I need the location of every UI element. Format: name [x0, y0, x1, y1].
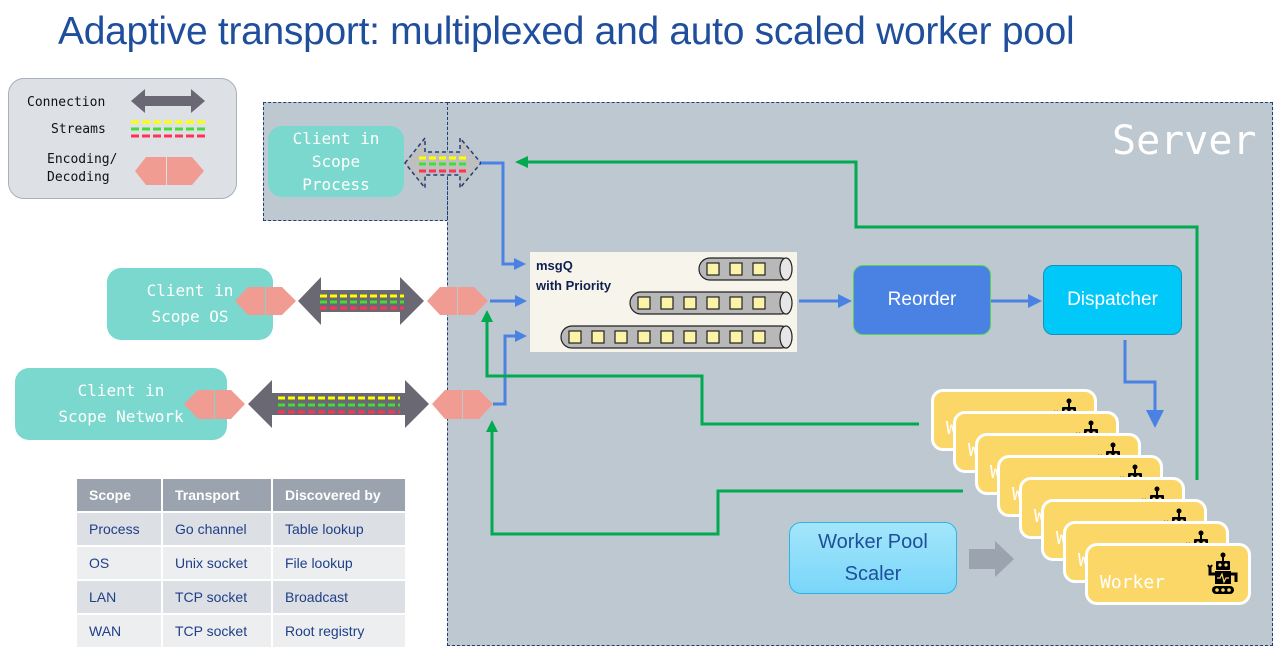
table-row: WAN TCP socket Root registry: [77, 615, 405, 647]
table-header-row: Scope Transport Discovered by: [77, 479, 405, 511]
queued-message: [568, 330, 582, 344]
table-row: Process Go channel Table lookup: [77, 513, 405, 545]
priority-queue: [629, 291, 793, 315]
process-channel: [404, 135, 482, 191]
queued-message: [637, 330, 651, 344]
queued-message: [683, 296, 697, 310]
cell: WAN: [77, 615, 161, 647]
cell: TCP socket: [163, 615, 271, 647]
queued-message: [683, 330, 697, 344]
cell: Process: [77, 513, 161, 545]
reorder-box[interactable]: Reorder: [853, 265, 991, 335]
worker-label: Worker: [1100, 572, 1166, 593]
priority-queues: [560, 257, 793, 349]
queued-message: [752, 330, 766, 344]
robot-icon: [1206, 552, 1240, 601]
queued-message: [614, 330, 628, 344]
queued-message: [591, 330, 605, 344]
table-row: OS Unix socket File lookup: [77, 547, 405, 579]
worker-card[interactable]: Worker: [1085, 543, 1251, 605]
cell: TCP socket: [163, 581, 271, 613]
queued-message: [706, 330, 720, 344]
cell: Root registry: [273, 615, 405, 647]
queued-message: [637, 296, 651, 310]
cell: Unix socket: [163, 547, 271, 579]
dispatcher-box[interactable]: Dispatcher: [1043, 265, 1182, 335]
cell: LAN: [77, 581, 161, 613]
queue-end-cap: [779, 257, 793, 281]
queue-end-cap: [779, 325, 793, 349]
msg-queue: msgQ with Priority: [530, 252, 797, 352]
cell: File lookup: [273, 547, 405, 579]
header-discovered-by: Discovered by: [273, 479, 405, 511]
cell: OS: [77, 547, 161, 579]
scaler-line2: Scaler: [844, 563, 902, 585]
priority-queue: [560, 325, 793, 349]
worker-pool-scaler[interactable]: Worker Pool Scaler: [789, 522, 957, 594]
queue-end-cap: [779, 291, 793, 315]
queued-message: [660, 330, 674, 344]
scaler-arrow-icon: [969, 541, 1014, 577]
os-connection: [235, 277, 488, 325]
table-row: LAN TCP socket Broadcast: [77, 581, 405, 613]
network-connection: [184, 380, 493, 428]
queued-message: [729, 296, 743, 310]
queued-message: [729, 330, 743, 344]
queued-message: [752, 296, 766, 310]
queued-message: [752, 262, 766, 276]
scaler-line1: Worker Pool: [818, 531, 928, 553]
queued-message: [706, 262, 720, 276]
header-scope: Scope: [77, 479, 161, 511]
priority-queue: [698, 257, 793, 281]
header-transport: Transport: [163, 479, 271, 511]
queued-message: [660, 296, 674, 310]
queued-message: [729, 262, 743, 276]
cell: Broadcast: [273, 581, 405, 613]
cell: Go channel: [163, 513, 271, 545]
queued-message: [706, 296, 720, 310]
scope-table: Scope Transport Discovered by Process Go…: [75, 477, 407, 649]
cell: Table lookup: [273, 513, 405, 545]
